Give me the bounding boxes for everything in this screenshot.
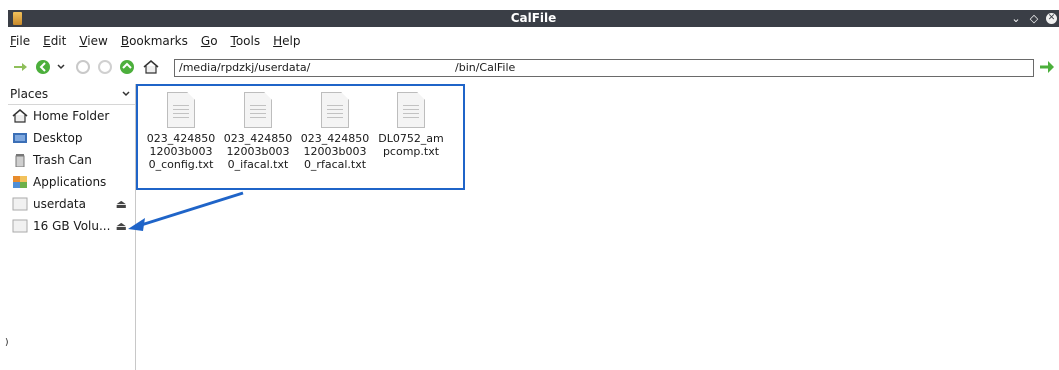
go-icon[interactable]: [1038, 58, 1056, 76]
file-name-line: 12003b003: [226, 145, 290, 158]
back-icon[interactable]: [34, 58, 52, 76]
sidebar-item-desktop[interactable]: Desktop: [8, 127, 135, 149]
file-item[interactable]: 023_424850 12003b003 0_ifacal.txt: [219, 92, 297, 171]
sidebar-item-label: Home Folder: [33, 109, 110, 123]
file-name-line: 023_424850: [146, 132, 216, 145]
up-icon[interactable]: [118, 58, 136, 76]
eject-icon[interactable]: ⏏: [116, 219, 127, 233]
text-file-icon: [397, 92, 425, 128]
path-text-2: /bin/CalFile: [455, 61, 516, 74]
text-file-icon: [244, 92, 272, 128]
text-file-icon: [167, 92, 195, 128]
eject-icon[interactable]: ⏏: [116, 197, 127, 211]
places-sidebar: Places Home Folder Desktop Trash Can App…: [8, 84, 136, 370]
file-name-line: 0_ifacal.txt: [227, 158, 289, 171]
file-item[interactable]: 023_424850 12003b003 0_config.txt: [142, 92, 220, 171]
sidebar-item-home[interactable]: Home Folder: [8, 105, 135, 127]
places-header[interactable]: Places: [8, 84, 135, 105]
forward-icon[interactable]: [74, 58, 92, 76]
path-input[interactable]: /media/rpdzkj/userdata/ /bin/CalFile: [174, 59, 1034, 77]
home-icon[interactable]: [142, 58, 160, 76]
menu-help[interactable]: Help: [271, 34, 302, 48]
menu-edit[interactable]: Edit: [41, 34, 68, 48]
toolbar: /media/rpdzkj/userdata/ /bin/CalFile: [8, 56, 1059, 80]
menu-view[interactable]: View: [77, 34, 109, 48]
file-item[interactable]: DL0752_am pcomp.txt: [372, 92, 450, 158]
file-name-line: 023_424850: [300, 132, 370, 145]
sidebar-item-label: Trash Can: [33, 153, 92, 167]
drive-icon: [12, 197, 28, 211]
chevron-down-icon[interactable]: [121, 87, 131, 101]
window-title: CalFile: [510, 11, 557, 25]
sidebar-item-label: userdata: [33, 197, 86, 211]
menu-bar: File Edit View Bookmarks Go Tools Help: [8, 31, 302, 51]
close-icon[interactable]: ✕: [1046, 13, 1057, 24]
sidebar-item-label: 16 GB Volu...: [33, 219, 111, 233]
file-name-line: 0_rfacal.txt: [303, 158, 367, 171]
places-label: Places: [10, 87, 49, 101]
file-name-line: 023_424850: [223, 132, 293, 145]
minimize-icon[interactable]: ⌄: [1010, 10, 1022, 27]
menu-bookmarks[interactable]: Bookmarks: [119, 34, 190, 48]
file-name-line: 0_config.txt: [148, 158, 214, 171]
sidebar-item-applications[interactable]: Applications: [8, 171, 135, 193]
trash-icon: [12, 153, 28, 168]
forward-history-chevron-icon[interactable]: [96, 58, 114, 76]
file-item[interactable]: 023_424850 12003b003 0_rfacal.txt: [296, 92, 374, 171]
sidebar-item-trash[interactable]: Trash Can: [8, 149, 135, 171]
sidebar-item-label: Applications: [33, 175, 107, 189]
desktop-icon: [12, 131, 28, 145]
title-bar: CalFile ⌄ ◇ ✕: [8, 10, 1059, 27]
file-name-line: 12003b003: [303, 145, 367, 158]
menu-file[interactable]: File: [8, 34, 32, 48]
file-name-line: DL0752_am: [378, 132, 444, 145]
path-text-1: /media/rpdzkj/userdata/: [179, 61, 311, 74]
new-tab-icon[interactable]: [12, 58, 30, 76]
menu-go[interactable]: Go: [199, 34, 220, 48]
window-controls: ⌄ ◇ ✕: [1010, 10, 1057, 27]
applications-icon: [12, 175, 28, 189]
stray-mark: ): [5, 338, 9, 348]
maximize-icon[interactable]: ◇: [1028, 10, 1040, 27]
text-file-icon: [321, 92, 349, 128]
sidebar-item-16gb-volume[interactable]: 16 GB Volu... ⏏: [8, 215, 135, 237]
sidebar-item-userdata[interactable]: userdata ⏏: [8, 193, 135, 215]
home-icon: [12, 109, 28, 123]
file-name-line: 12003b003: [149, 145, 213, 158]
menu-tools[interactable]: Tools: [229, 34, 263, 48]
sidebar-item-label: Desktop: [33, 131, 83, 145]
file-name-line: pcomp.txt: [382, 145, 440, 158]
drive-icon: [12, 219, 28, 233]
back-history-chevron-icon[interactable]: [52, 58, 70, 76]
